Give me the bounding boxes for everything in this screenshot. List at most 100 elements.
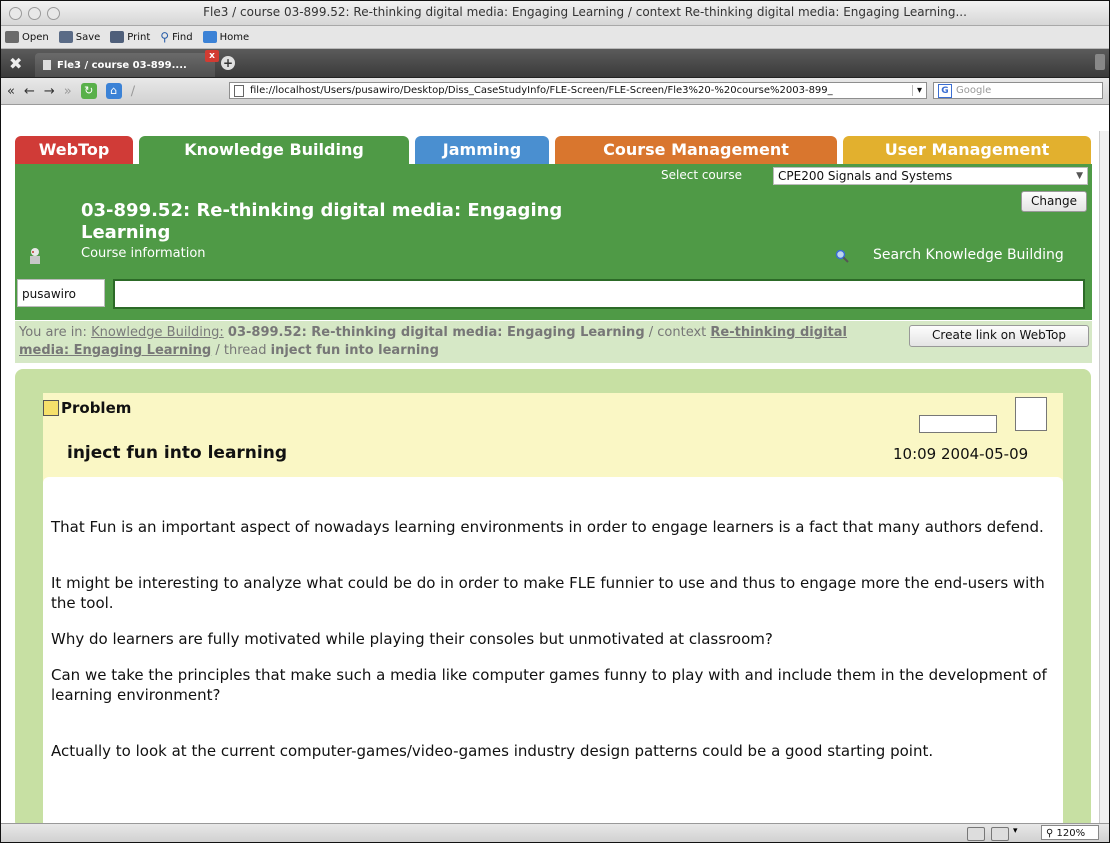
find-label: Find bbox=[172, 31, 193, 43]
note-date: 10:09 2004-05-09 bbox=[893, 445, 1029, 463]
search-placeholder: Google bbox=[956, 85, 992, 96]
course-select[interactable]: CPE200 Signals and Systems ▼ bbox=[773, 167, 1088, 185]
open-label: Open bbox=[22, 31, 49, 43]
breadcrumb-context-word: / context bbox=[644, 325, 711, 340]
search-icon: ⚲ bbox=[160, 30, 170, 44]
minimize-window-button[interactable] bbox=[28, 7, 41, 20]
select-course-label: Select course bbox=[661, 168, 742, 182]
page-content: WebTop Knowledge Building Jamming Course… bbox=[1, 131, 1099, 823]
reload-icon[interactable]: ↻ bbox=[80, 83, 97, 99]
tools-icon[interactable]: ✖ bbox=[9, 54, 22, 73]
username-badge: pusawiro bbox=[17, 279, 105, 307]
home-nav-icon[interactable]: ⌂ bbox=[105, 83, 122, 99]
navigation-bar: « ← → » ↻ ⌂ ∕ file://localhost/Users/pus… bbox=[1, 78, 1109, 105]
web-search-field[interactable]: G Google bbox=[933, 82, 1103, 99]
note-paragraph: Actually to look at the current computer… bbox=[51, 742, 934, 760]
print-icon bbox=[110, 31, 125, 43]
note-card: Problem inject fun into learning 10:09 2… bbox=[43, 393, 1063, 823]
url-text: file://localhost/Users/pusawiro/Desktop/… bbox=[250, 85, 833, 96]
breadcrumb-kb-link[interactable]: Knowledge Building: bbox=[91, 325, 224, 340]
back-icon[interactable]: ← bbox=[24, 84, 35, 99]
save-icon bbox=[58, 31, 73, 43]
breadcrumb-thread: inject fun into learning bbox=[270, 343, 439, 358]
user-row: pusawiro bbox=[17, 277, 1089, 309]
chevron-down-icon: ▼ bbox=[1076, 171, 1083, 181]
note-paragraph: Why do learners are fully motivated whil… bbox=[51, 630, 773, 648]
note-body: That Fun is an important aspect of nowad… bbox=[43, 477, 1063, 823]
window-title: Fle3 / course 03-899.52: Re-thinking dig… bbox=[203, 5, 967, 19]
nav-buttons: « ← → » ↻ ⌂ ∕ bbox=[7, 83, 135, 99]
save-button[interactable]: Save bbox=[58, 31, 101, 43]
note-title: inject fun into learning bbox=[67, 443, 287, 463]
problem-note-icon bbox=[43, 400, 59, 416]
find-button[interactable]: ⚲ Find bbox=[160, 30, 192, 44]
browser-tab[interactable]: Fle3 / course 03-899.... x bbox=[35, 50, 219, 77]
note-checkbox[interactable] bbox=[1015, 397, 1047, 431]
zoom-window-button[interactable] bbox=[47, 7, 60, 20]
course-title: 03-899.52: Re-thinking digital media: En… bbox=[81, 200, 563, 243]
note-type-label: Problem bbox=[61, 399, 132, 417]
tab-bar: ✖ Fle3 / course 03-899.... x + bbox=[1, 49, 1109, 78]
breadcrumb-text: You are in: Knowledge Building: 03-899.5… bbox=[19, 324, 879, 360]
search-knowledge-building-link[interactable]: Search Knowledge Building bbox=[873, 247, 1064, 263]
status-bar: ▾ ⚲ 120% bbox=[1, 823, 1109, 842]
thread-container: Problem inject fun into learning 10:09 2… bbox=[15, 369, 1091, 823]
breadcrumb-prefix: You are in: bbox=[19, 325, 92, 340]
create-link-button[interactable]: Create link on WebTop bbox=[909, 325, 1089, 347]
browser-tab-label: Fle3 / course 03-899.... bbox=[57, 59, 187, 71]
magnifier-icon: ⚲ bbox=[1046, 828, 1054, 839]
url-field[interactable]: file://localhost/Users/pusawiro/Desktop/… bbox=[229, 82, 927, 99]
breadcrumb-course: 03-899.52: Re-thinking digital media: En… bbox=[227, 325, 645, 340]
new-tab-button[interactable]: + bbox=[221, 56, 235, 70]
page-icon bbox=[43, 60, 51, 70]
bookmarks-toolbar: Open Save Print ⚲ Find Home bbox=[1, 26, 1109, 49]
print-label: Print bbox=[127, 31, 151, 43]
screenshot-icon[interactable] bbox=[991, 827, 1009, 841]
home-label: Home bbox=[219, 31, 250, 43]
network-icon[interactable] bbox=[967, 827, 985, 841]
note-paragraph: It might be interesting to analyze what … bbox=[51, 574, 1045, 612]
tab-course-management[interactable]: Course Management bbox=[555, 136, 837, 164]
tab-user-management[interactable]: User Management bbox=[843, 136, 1091, 164]
save-label: Save bbox=[75, 31, 101, 43]
fle-logo-icon bbox=[30, 248, 40, 264]
change-button[interactable]: Change bbox=[1021, 191, 1087, 212]
open-button[interactable]: Open bbox=[5, 31, 49, 43]
tab-knowledge-building[interactable]: Knowledge Building bbox=[139, 136, 409, 164]
course-information-link[interactable]: Course information bbox=[81, 246, 206, 261]
user-input-field[interactable] bbox=[113, 279, 1085, 309]
tab-webtop[interactable]: WebTop bbox=[15, 136, 133, 164]
chevron-down-icon[interactable]: ▾ bbox=[911, 85, 926, 96]
page-icon bbox=[234, 84, 244, 97]
trash-icon[interactable] bbox=[1095, 54, 1105, 70]
chevron-down-icon[interactable]: ▾ bbox=[1013, 826, 1018, 836]
breadcrumb: You are in: Knowledge Building: 03-899.5… bbox=[15, 321, 1092, 363]
course-select-value: CPE200 Signals and Systems bbox=[778, 169, 953, 183]
title-bar: Fle3 / course 03-899.52: Re-thinking dig… bbox=[1, 1, 1109, 26]
browser-window: Fle3 / course 03-899.52: Re-thinking dig… bbox=[0, 0, 1110, 843]
last-page-icon[interactable]: » bbox=[64, 84, 72, 99]
forward-icon[interactable]: → bbox=[44, 84, 55, 99]
breadcrumb-thread-word: / thread bbox=[211, 343, 271, 358]
vertical-scrollbar[interactable] bbox=[1099, 131, 1109, 823]
app-tabs: WebTop Knowledge Building Jamming Course… bbox=[7, 136, 1093, 164]
home-icon bbox=[202, 31, 217, 43]
folder-icon bbox=[5, 31, 19, 43]
window-controls bbox=[9, 7, 60, 20]
google-icon: G bbox=[938, 83, 952, 98]
home-button[interactable]: Home bbox=[202, 31, 250, 43]
close-tab-button[interactable]: x bbox=[205, 50, 219, 62]
close-window-button[interactable] bbox=[9, 7, 22, 20]
note-paragraph: That Fun is an important aspect of nowad… bbox=[51, 518, 1044, 536]
first-page-icon[interactable]: « bbox=[7, 84, 15, 99]
pen-icon[interactable]: ∕ bbox=[131, 84, 135, 99]
note-type: Problem bbox=[43, 399, 131, 417]
zoom-field[interactable]: ⚲ 120% bbox=[1041, 825, 1099, 840]
tab-jamming[interactable]: Jamming bbox=[415, 136, 549, 164]
course-header-panel: Select course CPE200 Signals and Systems… bbox=[15, 164, 1092, 320]
search-icon[interactable] bbox=[835, 249, 849, 263]
zoom-value: 120% bbox=[1056, 828, 1086, 839]
note-small-input[interactable] bbox=[919, 415, 997, 433]
note-paragraph: Can we take the principles that make suc… bbox=[51, 666, 1047, 704]
print-button[interactable]: Print bbox=[110, 31, 150, 43]
